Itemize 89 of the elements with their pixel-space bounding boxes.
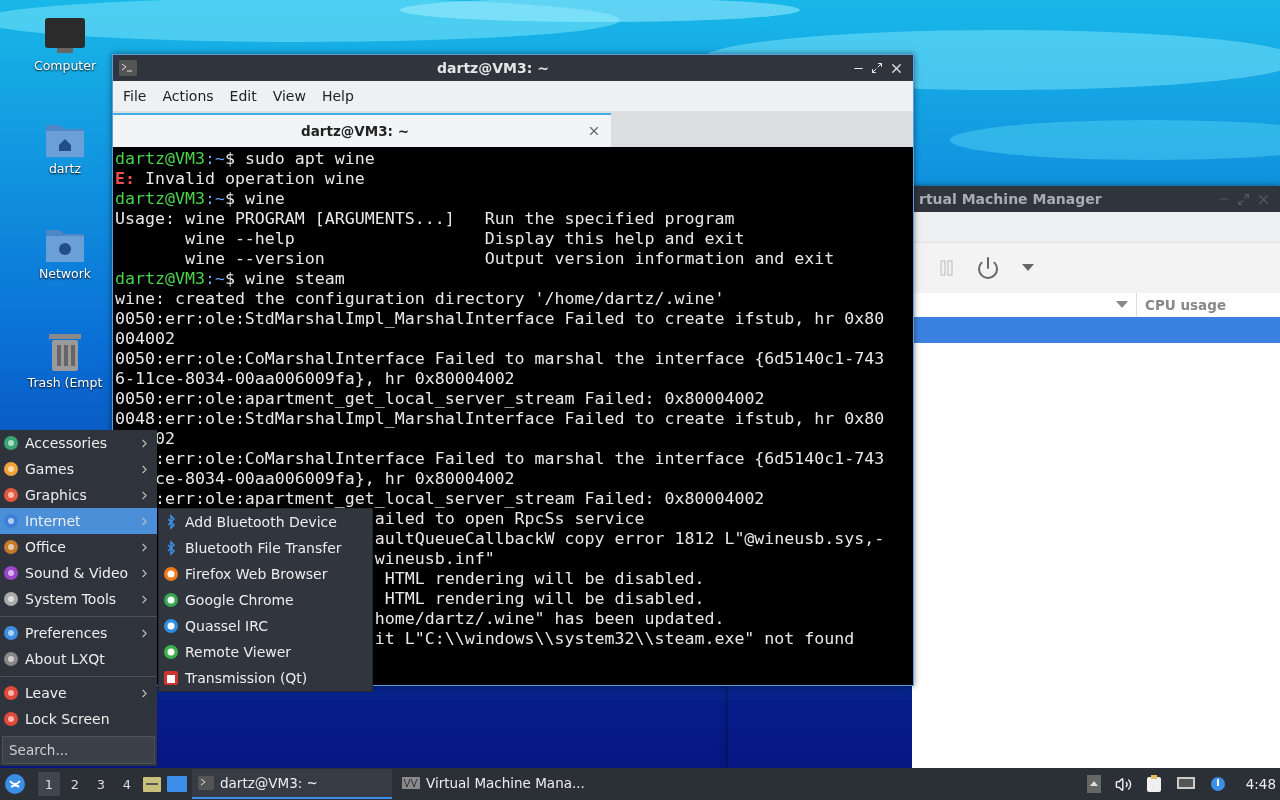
menu-item[interactable]: Actions — [156, 86, 220, 106]
start-menu-icon[interactable] — [4, 773, 26, 795]
terminal-line: dartz@VM3:~$ wine — [115, 189, 285, 208]
terminal-icon — [119, 60, 137, 76]
terminal-line: aultQueueCallbackW copy error 1812 L"@wineusb.sys,- — [374, 529, 885, 548]
menu-item[interactable]: Google Chrome — [159, 587, 372, 613]
terminal-line: wineusb.inf" — [374, 549, 495, 568]
file-manager-icon[interactable] — [142, 775, 162, 793]
terminal-line: HTML rendering will be disabled. — [383, 569, 705, 588]
desktop-icon[interactable] — [166, 775, 188, 793]
desktop-icon-label[interactable]: Trash (Empt — [27, 375, 103, 390]
terminal-line: wine --help Display this help and exit — [183, 229, 745, 248]
menu-item[interactable]: Games — [0, 456, 157, 482]
category-icon — [3, 487, 19, 503]
menu-item[interactable]: Office — [0, 534, 157, 560]
workspace-button[interactable]: 2 — [64, 772, 86, 796]
terminal-line: 0048:err:ole:StdMarshalImpl_MarshalInterface Failed to create ifstub, hr 0x80 — [115, 409, 885, 428]
menu-item[interactable]: Add Bluetooth Device — [159, 509, 372, 535]
category-icon — [3, 513, 19, 529]
terminal-line: ailed to open RpcSs service — [374, 509, 645, 528]
menu-item[interactable]: Remote Viewer — [159, 639, 372, 665]
workspace-button[interactable]: 1 — [38, 772, 60, 796]
category-icon — [3, 565, 19, 581]
monitor-icon — [43, 16, 87, 56]
app-icon — [163, 592, 179, 608]
maximize-icon[interactable] — [871, 62, 883, 74]
power-icon[interactable] — [976, 256, 1000, 280]
terminal-line: ce-8034-00aa006009fa}, hr 0x80004002 — [154, 469, 515, 488]
terminal-line: dartz@VM3:~$ sudo apt wine — [115, 149, 375, 168]
terminal-line: :err:ole:apartment_get_local_server_stream Failed: 0x80004002 — [154, 489, 765, 508]
menu-item[interactable]: About LXQt — [0, 646, 157, 672]
menu-item[interactable]: Transmission (Qt) — [159, 665, 372, 691]
terminal-line: 0050:err:ole:StdMarshalImpl_MarshalInterface Failed to create ifstub, hr 0x80 — [115, 309, 885, 328]
window-title: dartz@VM3: ~ — [436, 60, 550, 76]
desktop-icon-label[interactable]: Network — [38, 266, 92, 281]
workspace-button[interactable]: 4 — [116, 772, 138, 796]
clock[interactable]: 4:48 — [1245, 776, 1276, 792]
category-icon — [3, 651, 19, 667]
search-field[interactable]: Search... — [2, 736, 155, 764]
category-icon — [3, 591, 19, 607]
terminal-line: 0050:err:ole:apartment_get_local_server_stream Failed: 0x80004002 — [115, 389, 765, 408]
info-icon[interactable] — [1209, 776, 1226, 792]
menu-item[interactable]: Edit — [223, 86, 263, 106]
category-icon — [3, 685, 19, 701]
menu-item[interactable]: Quassel IRC — [159, 613, 372, 639]
volume-icon[interactable] — [1114, 775, 1132, 793]
menu-item[interactable]: Preferences — [0, 620, 157, 646]
terminal-line: Usage: wine PROGRAM [ARGUMENTS...] Run the specified program — [115, 209, 735, 228]
terminal-line: 004002 — [115, 329, 175, 348]
terminal-line: wine --version Output version information and exit — [183, 249, 835, 268]
category-icon — [3, 539, 19, 555]
menu-item[interactable]: System Tools — [0, 586, 157, 612]
app-icon — [163, 566, 179, 582]
menu-item[interactable]: File — [117, 86, 153, 106]
app-icon — [163, 644, 179, 660]
terminal-line: dartz@VM3:~$ wine steam — [115, 269, 345, 288]
terminal-tab[interactable]: dartz@VM3: ~ — [113, 113, 611, 147]
category-icon — [3, 711, 19, 727]
terminal-line: home/dartz/.wine" has been updated. — [374, 609, 725, 628]
task-button[interactable]: Virtual Machine Mana... — [396, 769, 596, 799]
category-icon — [3, 461, 19, 477]
caret-icon[interactable] — [1022, 264, 1034, 272]
menu-item[interactable]: Sound & Video — [0, 560, 157, 586]
close-tab-icon[interactable] — [587, 124, 601, 138]
window-title: rtual Machine Manager — [918, 191, 1103, 207]
app-icon — [163, 618, 179, 634]
terminal-line: E: Invalid operation wine — [115, 169, 365, 188]
vm-icon — [402, 777, 420, 789]
terminal-line: it L"C:\\windows\\system32\\steam.exe" not found — [374, 629, 855, 648]
menu-item[interactable]: Firefox Web Browser — [159, 561, 372, 587]
sort-caret-icon[interactable] — [1116, 301, 1128, 309]
menu-item[interactable]: Lock Screen — [0, 706, 157, 732]
menu-item[interactable]: Help — [315, 86, 360, 106]
terminal-line: HTML rendering will be disabled. — [383, 589, 705, 608]
task-button[interactable]: dartz@VM3: ~ — [192, 769, 392, 799]
category-icon — [3, 435, 19, 451]
menu-item[interactable]: Leave — [0, 680, 157, 706]
terminal-line: wine: created the configuration directory '/home/dartz/.wine' — [115, 289, 725, 308]
menu-item[interactable]: Bluetooth File Transfer — [159, 535, 372, 561]
terminal-line: 6-11ce-8034-00aa006009fa}, hr 0x80004002 — [115, 369, 515, 388]
workspace-button[interactable]: 3 — [90, 772, 112, 796]
terminal-icon — [198, 776, 214, 790]
menu-item[interactable]: Graphics — [0, 482, 157, 508]
menu-item[interactable]: View — [266, 86, 312, 106]
menu-item[interactable]: Accessories — [0, 430, 157, 456]
terminal-line: :err:ole:CoMarshalInterface Failed to marshal the interface {6d5140c1-743 — [154, 449, 885, 468]
terminal-line: 0050:err:ole:CoMarshalInterface Failed to marshal the interface {6d5140c1-743 — [115, 349, 885, 368]
category-icon — [3, 625, 19, 641]
clipboard-icon[interactable] — [1145, 775, 1162, 793]
